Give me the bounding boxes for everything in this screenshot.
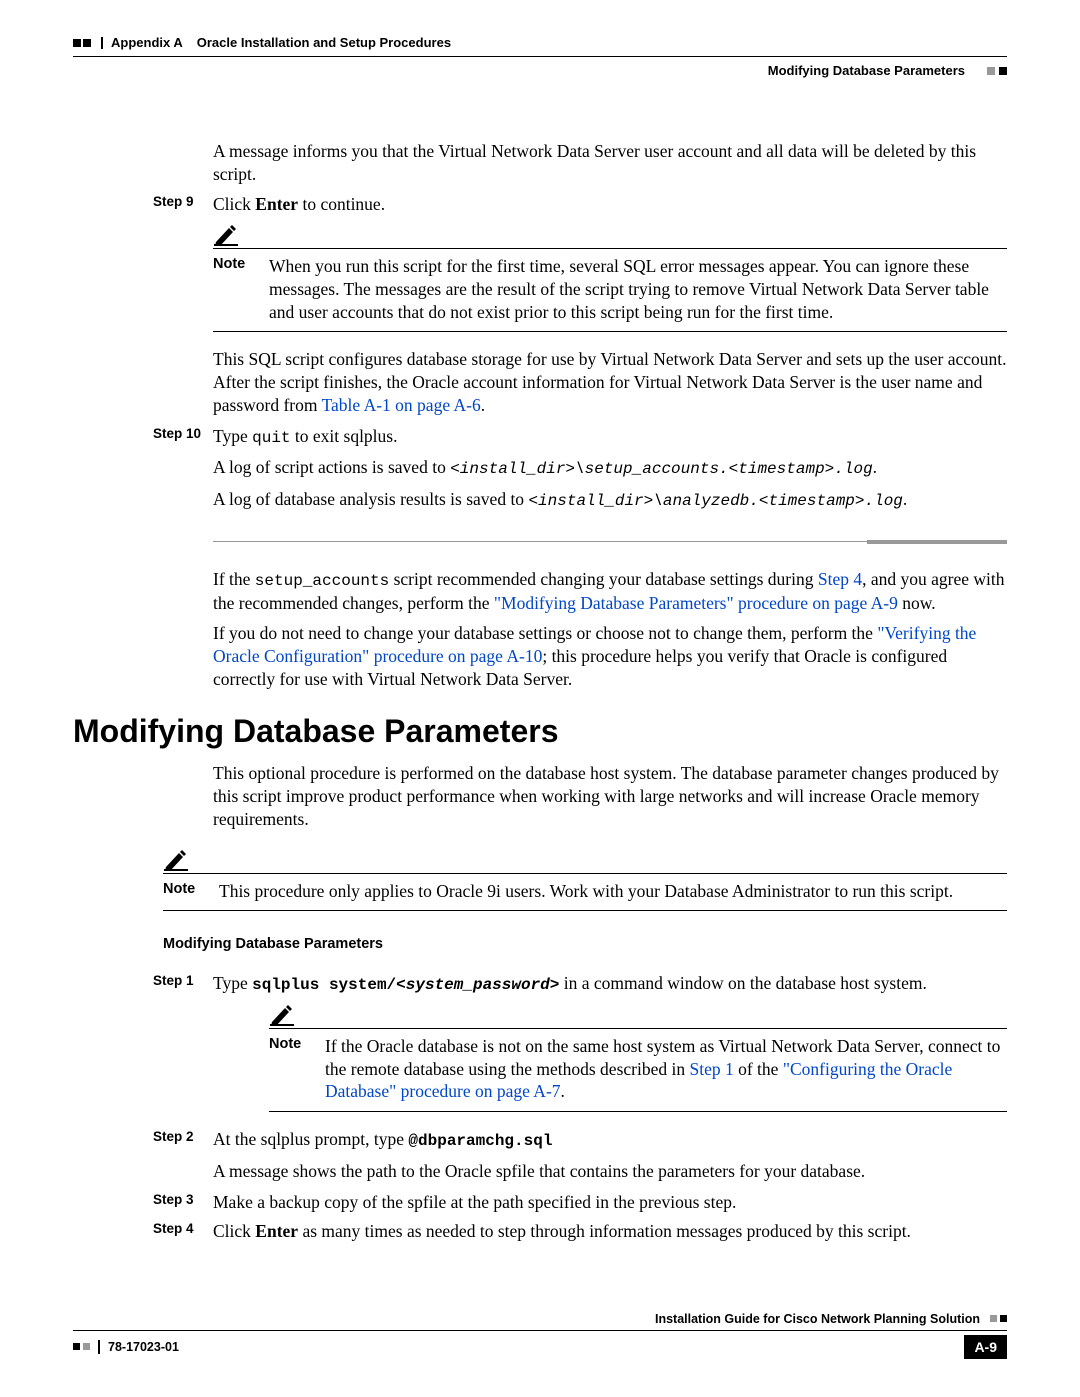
header-divider-icon [101, 37, 103, 49]
step-2-result: A message shows the path to the Oracle s… [213, 1160, 1007, 1183]
header-title: Oracle Installation and Setup Procedures [197, 35, 451, 52]
note-text: If the Oracle database is not on the sam… [325, 1035, 1007, 1103]
note-rule [269, 1111, 1007, 1112]
header-subhead: Modifying Database Parameters [768, 63, 965, 80]
step-text: Click Enter as many times as needed to s… [213, 1220, 911, 1243]
header-square-icon [987, 67, 995, 75]
step-label: Step 1 [153, 972, 213, 996]
step-1: Step 1 Type sqlplus system/<system_passw… [213, 972, 1007, 996]
note-rule [213, 331, 1007, 332]
note-rule [213, 248, 1007, 249]
note-block: Note If the Oracle database is not on th… [269, 1004, 1007, 1112]
body-paragraph: This SQL script configures database stor… [213, 348, 1007, 416]
step-link[interactable]: Step 1 [689, 1059, 733, 1079]
note-rule [269, 1028, 1007, 1029]
step-label: Step 9 [153, 193, 213, 216]
step-4: Step 4 Click Enter as many times as need… [213, 1220, 1007, 1243]
body-paragraph: If you do not need to change your databa… [213, 622, 1007, 690]
procedure-subheading: Modifying Database Parameters [163, 935, 1007, 954]
step-text: Make a backup copy of the spfile at the … [213, 1191, 736, 1214]
step-link[interactable]: Step 4 [818, 569, 862, 589]
footer-square-icon [990, 1315, 997, 1322]
step-2: Step 2 At the sqlplus prompt, type @dbpa… [213, 1128, 1007, 1152]
pencil-icon [213, 224, 1007, 246]
header-rule [73, 56, 1007, 57]
page-footer: Installation Guide for Cisco Network Pla… [73, 1311, 1007, 1359]
note-label: Note [269, 1035, 325, 1103]
footer-docnum: 78-17023-01 [108, 1339, 179, 1355]
note-rule [163, 873, 1007, 874]
note-text: This procedure only applies to Oracle 9i… [219, 880, 1007, 903]
footer-divider-icon [98, 1340, 100, 1354]
pencil-icon [163, 849, 1007, 871]
header-appendix: Appendix A [111, 35, 183, 52]
body-paragraph: If the setup_accounts script recommended… [213, 568, 1007, 615]
header-square-icon [73, 39, 81, 47]
step-label: Step 3 [153, 1191, 213, 1214]
page-number-badge: A-9 [964, 1335, 1007, 1359]
header-square-icon [999, 67, 1007, 75]
step-text: Type sqlplus system/<system_password> in… [213, 972, 927, 996]
step-text: Type quit to exit sqlplus. [213, 425, 397, 449]
footer-square-icon [73, 1343, 80, 1350]
footer-doc-title: Installation Guide for Cisco Network Pla… [655, 1311, 980, 1327]
note-rule [163, 910, 1007, 911]
section-title: Modifying Database Parameters [73, 711, 1007, 753]
note-label: Note [213, 255, 269, 323]
note-block: Note This procedure only applies to Orac… [163, 849, 1007, 912]
log-line: A log of database analysis results is sa… [213, 488, 1007, 512]
note-block: Note When you run this script for the fi… [213, 224, 1007, 332]
step-label: Step 4 [153, 1220, 213, 1243]
header-square-icon [83, 39, 91, 47]
log-line: A log of script actions is saved to <ins… [213, 456, 1007, 480]
section-intro: This optional procedure is performed on … [213, 762, 1007, 830]
step-9: Step 9 Click Enter to continue. [213, 193, 1007, 216]
table-link[interactable]: Table A-1 on page A-6 [322, 395, 481, 415]
step-3: Step 3 Make a backup copy of the spfile … [213, 1191, 1007, 1214]
step-label: Step 2 [153, 1128, 213, 1152]
pencil-icon [269, 1004, 1007, 1026]
header-subhead-row: Modifying Database Parameters [73, 63, 1007, 80]
step-text: Click Enter to continue. [213, 193, 385, 216]
divider-rule [213, 540, 1007, 544]
footer-rule [73, 1330, 1007, 1331]
footer-square-icon [83, 1343, 90, 1350]
page-header: Appendix A Oracle Installation and Setup… [73, 35, 1007, 52]
procedure-link[interactable]: "Modifying Database Parameters" procedur… [494, 593, 898, 613]
intro-paragraph: A message informs you that the Virtual N… [213, 140, 1007, 186]
step-label: Step 10 [153, 425, 213, 449]
step-text: At the sqlplus prompt, type @dbparamchg.… [213, 1128, 552, 1152]
footer-square-icon [1000, 1315, 1007, 1322]
note-text: When you run this script for the first t… [269, 255, 1007, 323]
step-10: Step 10 Type quit to exit sqlplus. [213, 425, 1007, 449]
note-label: Note [163, 880, 219, 903]
